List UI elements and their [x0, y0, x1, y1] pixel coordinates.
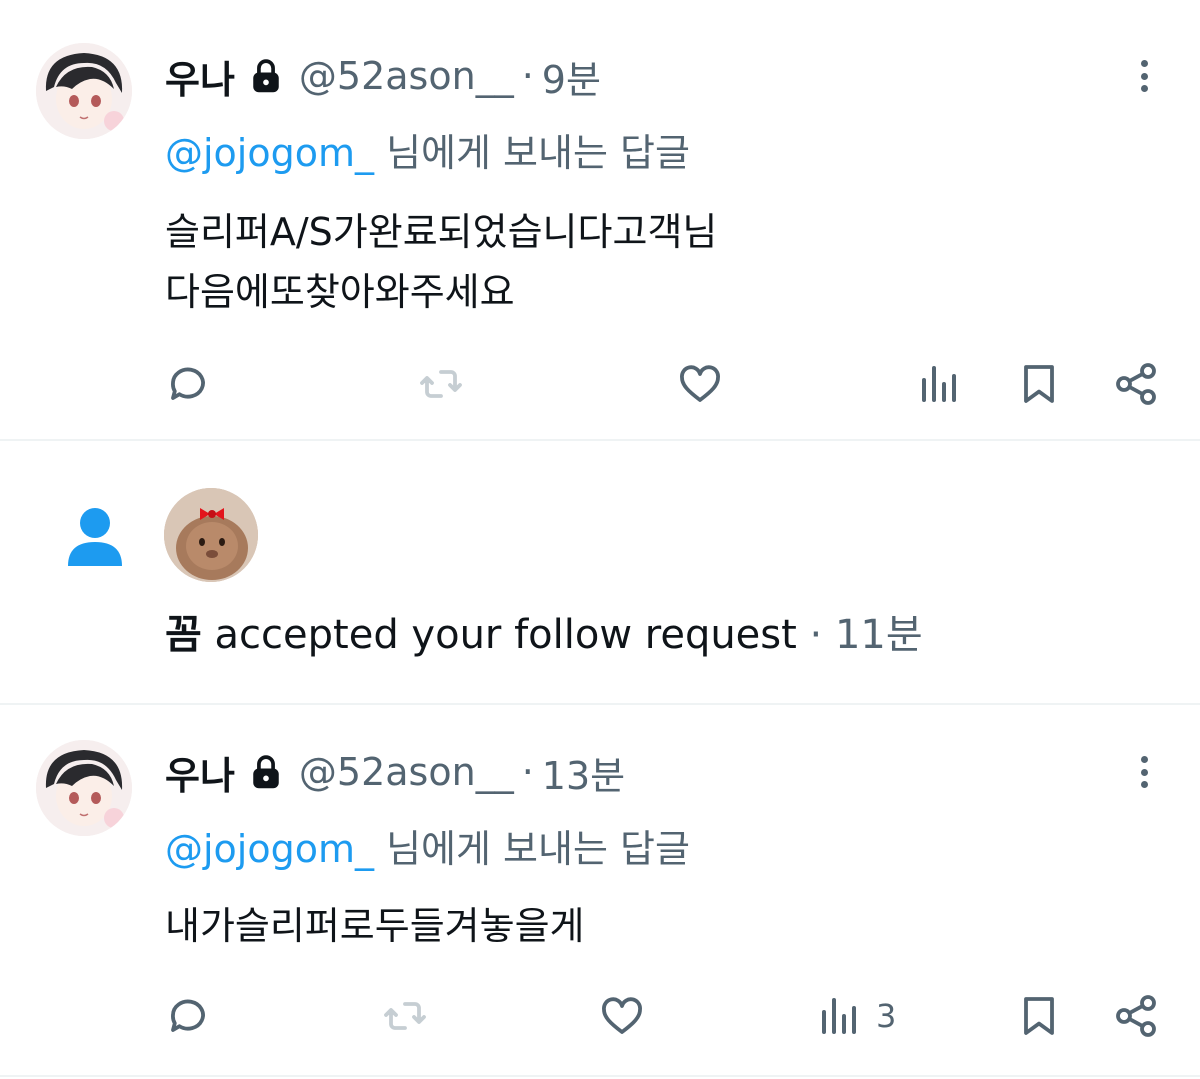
share-button[interactable] [1112, 354, 1160, 414]
tweet-actions: 3 [0, 986, 1200, 1046]
like-button[interactable] [598, 986, 646, 1046]
bookmark-icon [1024, 365, 1054, 403]
views-button[interactable] [916, 354, 976, 414]
display-name[interactable]: 우나 [165, 49, 235, 104]
share-button[interactable] [1112, 986, 1160, 1046]
tweet-actions [0, 354, 1200, 414]
separator: · [521, 750, 534, 794]
follow-accept-notification[interactable] [0, 442, 1200, 702]
timestamp[interactable]: 13분 [542, 745, 625, 800]
retweet-button[interactable] [417, 354, 465, 414]
divider [0, 1075, 1200, 1077]
separator: · [521, 54, 534, 98]
reply-button[interactable] [164, 986, 212, 1046]
timestamp[interactable]: 9분 [542, 49, 601, 104]
tweet[interactable]: 우나 @52ason__ · 9분 @jojogom_ 님에게 보내는 답글 슬… [0, 0, 1200, 440]
tweet-text-line: 다음에또찾아와주세요 [165, 270, 515, 314]
views-icon [822, 998, 856, 1034]
avatar[interactable] [36, 740, 132, 836]
share-icon [1116, 363, 1156, 405]
retweet-icon [384, 1002, 426, 1030]
reply-suffix: 님에게 보내는 답글 [374, 827, 690, 871]
avatar[interactable] [164, 488, 258, 582]
tweet-text-line: 내가슬리퍼로두들겨놓을게 [165, 904, 585, 948]
share-icon [1116, 995, 1156, 1037]
more-icon[interactable] [1132, 750, 1156, 794]
display-name[interactable]: 우나 [165, 745, 235, 800]
tweet-text: 내가슬리퍼로두들겨놓을게 [165, 896, 585, 956]
tweet-header: 우나 @52ason__ · 9분 [165, 48, 601, 104]
bookmark-button[interactable] [1015, 986, 1063, 1046]
notification-text: 꼼 accepted your follow request · 11분 [165, 602, 923, 660]
notification-message: accepted your follow request [201, 612, 797, 658]
reply-context: @jojogom_ 님에게 보내는 답글 [165, 122, 690, 177]
bookmark-button[interactable] [1015, 354, 1063, 414]
heart-icon [602, 997, 642, 1034]
lock-icon [249, 57, 283, 95]
notifications-feed: 우나 @52ason__ · 9분 @jojogom_ 님에게 보내는 답글 슬… [0, 0, 1200, 1079]
handle[interactable]: @52ason__ [299, 54, 514, 98]
timestamp: 11분 [834, 612, 923, 658]
tweet[interactable]: 우나 @52ason__ · 13분 @jojogom_ 님에게 보내는 답글 … [0, 704, 1200, 1076]
bookmark-icon [1024, 997, 1054, 1035]
person-icon [66, 506, 124, 568]
reply-mention-link[interactable]: @jojogom_ [165, 827, 374, 871]
views-button[interactable]: 3 [816, 986, 896, 1046]
handle[interactable]: @52ason__ [299, 750, 514, 794]
views-count: 3 [876, 997, 897, 1035]
separator: · [809, 612, 823, 658]
reply-context: @jojogom_ 님에게 보내는 답글 [165, 818, 690, 873]
avatar[interactable] [36, 43, 132, 139]
retweet-button[interactable] [381, 986, 429, 1046]
tweet-header: 우나 @52ason__ · 13분 [165, 744, 625, 800]
tweet-text-line: 슬리퍼A/S가완료되었습니다고객님 [165, 210, 718, 254]
reply-button[interactable] [164, 354, 212, 414]
reply-icon [171, 999, 205, 1032]
tweet-text: 슬리퍼A/S가완료되었습니다고객님 다음에또찾아와주세요 [165, 202, 717, 322]
reply-suffix: 님에게 보내는 답글 [374, 131, 690, 175]
notification-actor[interactable]: 꼼 [165, 612, 202, 658]
reply-mention-link[interactable]: @jojogom_ [165, 131, 374, 175]
like-button[interactable] [676, 354, 724, 414]
views-icon [922, 366, 956, 402]
reply-icon [171, 367, 205, 400]
divider [0, 439, 1200, 441]
retweet-icon [420, 370, 462, 398]
heart-icon [680, 365, 720, 402]
more-icon[interactable] [1132, 54, 1156, 98]
lock-icon [249, 753, 283, 791]
